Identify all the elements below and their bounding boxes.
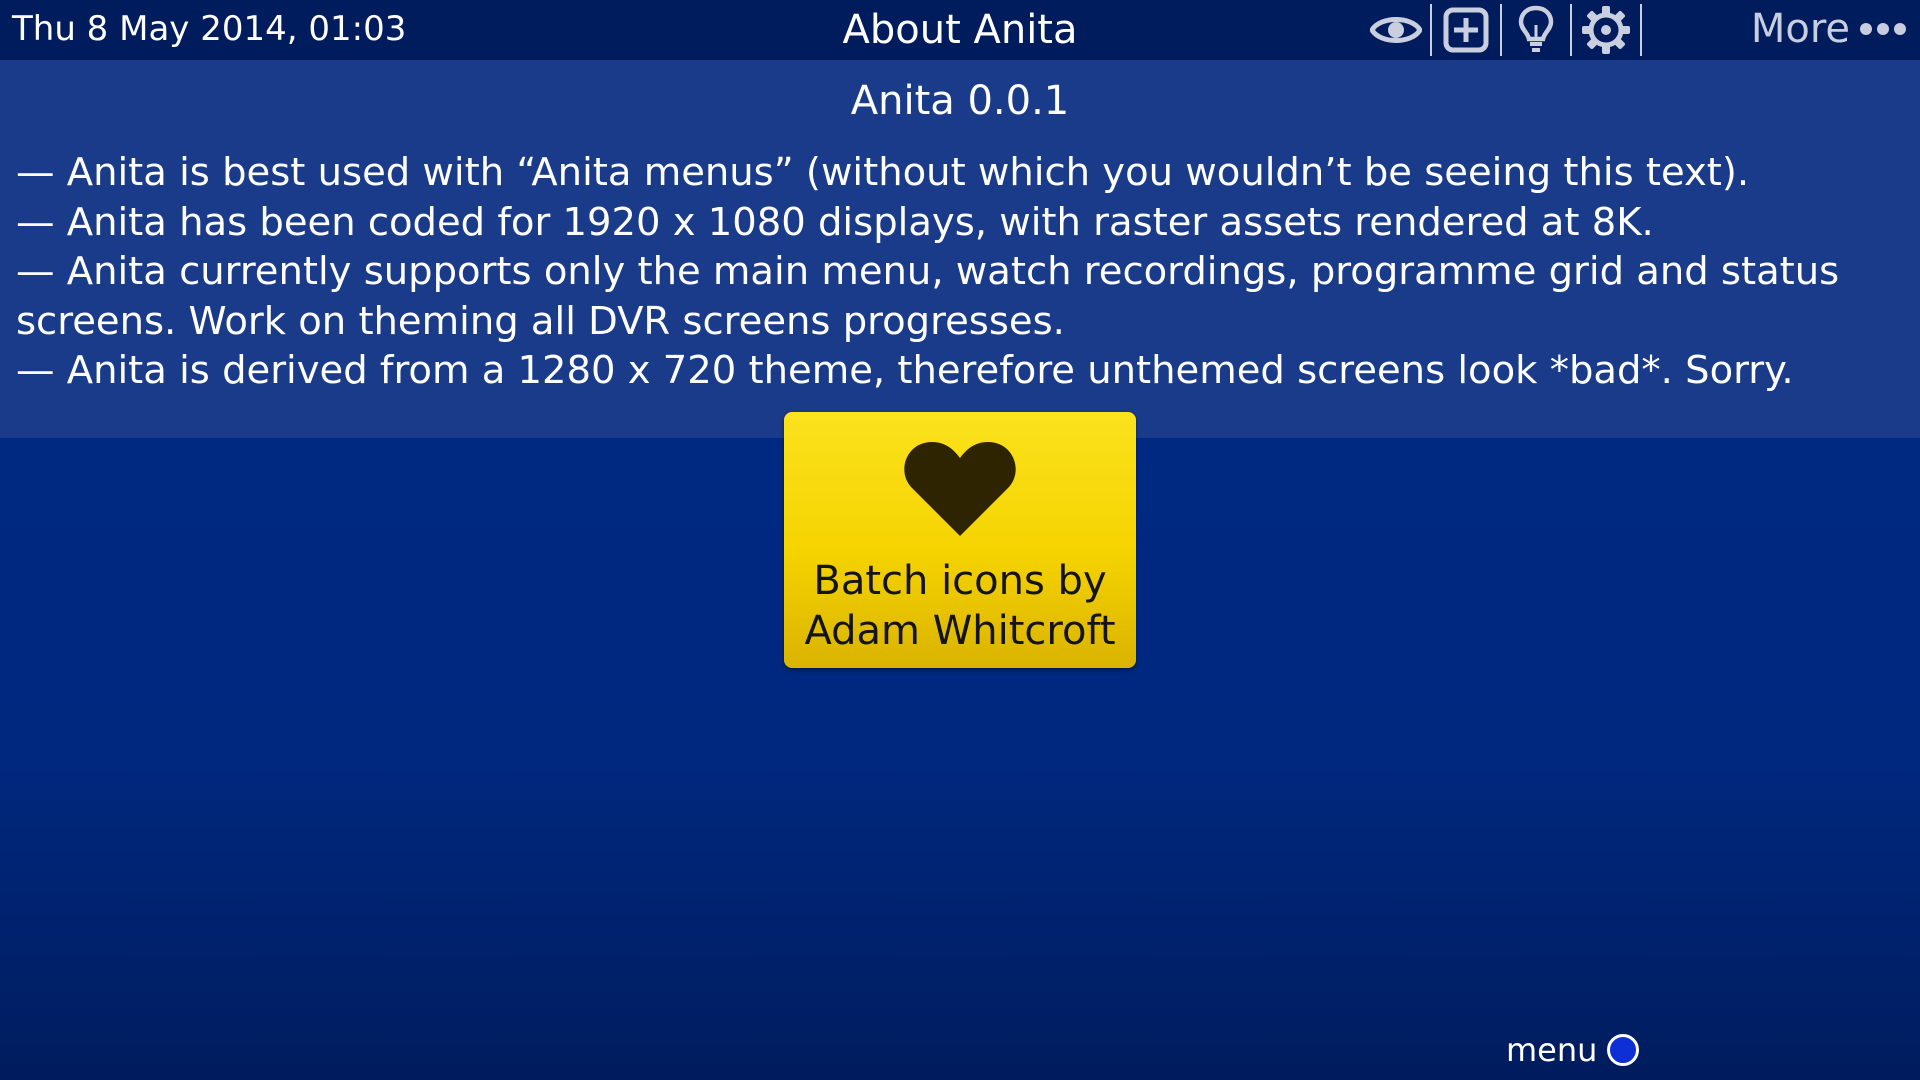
more-dots-icon xyxy=(1860,23,1906,35)
lightbulb-icon[interactable] xyxy=(1502,2,1570,58)
top-bar: Thu 8 May 2014, 01:03 About Anita More xyxy=(0,0,1920,60)
note-item: — Anita currently supports only the main… xyxy=(16,249,1840,344)
note-item: — Anita is best used with “Anita menus” … xyxy=(16,150,1750,195)
menu-hint[interactable]: menu xyxy=(1506,1030,1640,1070)
note-item: — Anita has been coded for 1920 x 1080 d… xyxy=(16,199,1654,245)
more-label: More xyxy=(1750,6,1850,52)
heart-icon xyxy=(904,442,1016,536)
more-button[interactable]: More xyxy=(1751,6,1906,52)
blue-button-icon xyxy=(1607,1034,1640,1066)
icon-divider xyxy=(1640,4,1642,56)
info-panel: Anita 0.0.1 — Anita is best used with “A… xyxy=(0,60,1920,438)
note-item: — Anita is derived from a 1280 x 720 the… xyxy=(16,348,1794,393)
notes-list: — Anita is best used with “Anita menus” … xyxy=(16,148,1906,396)
credit-button[interactable]: Batch icons by Adam Whitcroft xyxy=(784,412,1136,668)
about-screen: Thu 8 May 2014, 01:03 About Anita More A… xyxy=(0,0,1920,1080)
credit-line-1: Batch icons by xyxy=(813,558,1107,604)
version-title: Anita 0.0.1 xyxy=(850,78,1070,124)
credit-text: Batch icons by Adam Whitcroft xyxy=(784,556,1136,656)
menu-label: menu xyxy=(1506,1031,1598,1069)
eye-icon[interactable] xyxy=(1362,2,1430,58)
add-icon[interactable] xyxy=(1432,2,1500,58)
gear-icon[interactable] xyxy=(1572,2,1640,58)
credit-line-2: Adam Whitcroft xyxy=(804,608,1116,654)
